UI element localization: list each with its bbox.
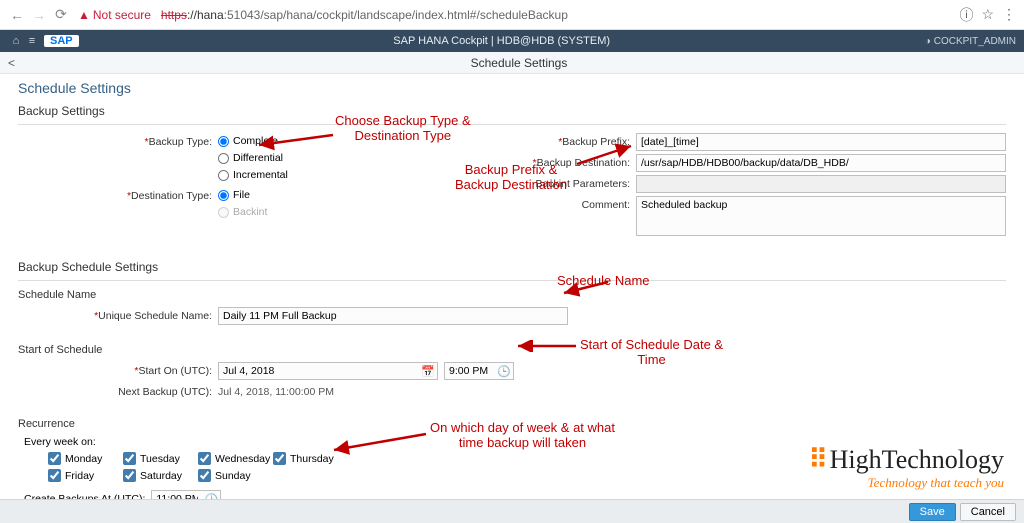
check-monday[interactable]: [48, 452, 61, 465]
radio-differential[interactable]: [218, 153, 229, 164]
browser-bar: ← → ⟳ ▲ Not secure https://hana:51043/sa…: [0, 0, 1024, 30]
check-saturday[interactable]: [123, 469, 136, 482]
section-backup-settings: Backup Settings: [18, 104, 1006, 118]
sap-logo: SAP: [44, 35, 79, 47]
radio-backint: [218, 207, 229, 218]
sub-header: < Schedule Settings: [0, 52, 1024, 74]
back-icon[interactable]: ←: [8, 6, 26, 24]
clock-icon[interactable]: 🕒: [497, 364, 511, 378]
content-area: Schedule Settings Backup Settings *Backu…: [0, 74, 1024, 508]
start-date-input[interactable]: [218, 362, 438, 380]
menu-icon[interactable]: ⋮: [1002, 6, 1016, 23]
page-title: Schedule Settings: [18, 80, 1006, 96]
home-icon[interactable]: ⌂: [8, 35, 24, 47]
user-icon: ◑: [925, 36, 931, 47]
header-title: SAP HANA Cockpit | HDB@HDB (SYSTEM): [79, 35, 925, 47]
star-icon[interactable]: ☆: [981, 6, 994, 23]
next-backup-value: Jul 4, 2018, 11:00:00 PM: [218, 383, 1006, 401]
section-recurrence: Recurrence: [18, 418, 1006, 430]
section-start-of-schedule: Start of Schedule: [18, 344, 1006, 356]
forward-icon[interactable]: →: [30, 6, 48, 24]
every-week-label: Every week on:: [24, 436, 1006, 448]
url-bar[interactable]: https://hana:51043/sap/hana/cockpit/land…: [161, 8, 956, 22]
not-secure-indicator[interactable]: ▲ Not secure: [78, 8, 151, 22]
check-wednesday[interactable]: [198, 452, 211, 465]
sap-header: ⌂ ≡ SAP SAP HANA Cockpit | HDB@HDB (SYST…: [0, 30, 1024, 52]
user-menu[interactable]: ◑ COCKPIT_ADMIN: [925, 36, 1016, 47]
back-button[interactable]: <: [8, 56, 22, 70]
backint-params-input: [636, 175, 1006, 193]
check-sunday[interactable]: [198, 469, 211, 482]
backup-destination-input[interactable]: [636, 154, 1006, 172]
section-schedule-name: Schedule Name: [18, 289, 1006, 301]
check-friday[interactable]: [48, 469, 61, 482]
page-subtitle: Schedule Settings: [22, 56, 1016, 70]
section-schedule-settings: Backup Schedule Settings: [18, 260, 1006, 274]
footer-bar: Save Cancel: [0, 499, 1024, 523]
warning-icon: ▲: [78, 8, 90, 22]
cancel-button[interactable]: Cancel: [960, 503, 1016, 521]
radio-file[interactable]: [218, 190, 229, 201]
reload-icon[interactable]: ⟳: [52, 6, 70, 24]
calendar-icon[interactable]: 📅: [421, 364, 435, 378]
comment-textarea[interactable]: Scheduled backup: [636, 196, 1006, 236]
backup-prefix-input[interactable]: [636, 133, 1006, 151]
search-icon[interactable]: ⓘ: [959, 5, 973, 25]
save-button[interactable]: Save: [909, 503, 956, 521]
radio-complete[interactable]: [218, 136, 229, 147]
check-tuesday[interactable]: [123, 452, 136, 465]
radio-incremental[interactable]: [218, 170, 229, 181]
schedule-name-input[interactable]: [218, 307, 568, 325]
check-thursday[interactable]: [273, 452, 286, 465]
app-menu-icon[interactable]: ≡: [24, 35, 40, 47]
